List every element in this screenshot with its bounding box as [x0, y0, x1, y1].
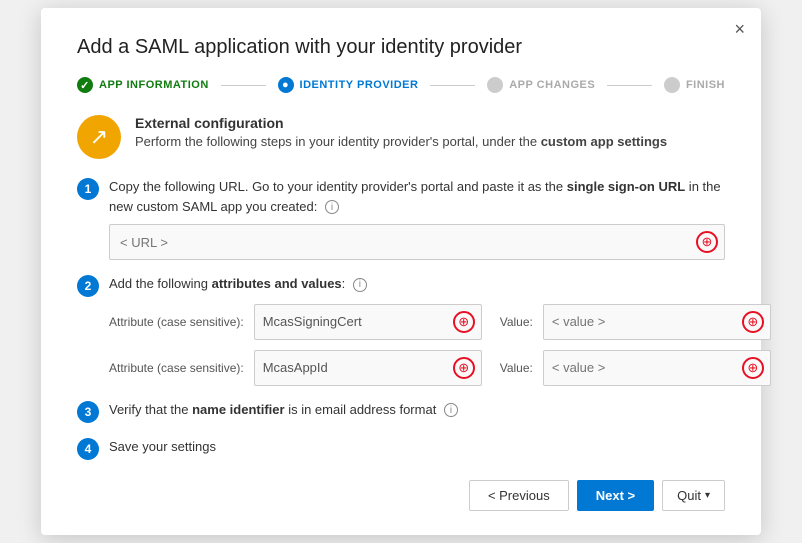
step-3-num: 3	[77, 401, 99, 423]
value-1-label: Value:	[500, 315, 533, 329]
value-1-copy-icon: ⊕	[742, 311, 764, 333]
step-2-content: Add the following attributes and values:…	[109, 274, 725, 386]
step-1-text-prefix: Copy the following URL. Go to your ident…	[109, 179, 567, 194]
attr-1-copy-button[interactable]: ⊕	[447, 305, 481, 339]
step-label-identity-provider: IDENTITY PROVIDER	[300, 79, 419, 91]
step-icon-finish	[664, 77, 680, 93]
attr-2-copy-button[interactable]: ⊕	[447, 351, 481, 385]
step-4-item: 4 Save your settings	[77, 437, 725, 460]
attr-1-copy-icon: ⊕	[453, 311, 475, 333]
ext-config-desc-bold: custom app settings	[541, 134, 667, 149]
ext-config-section: ↗ External configuration Perform the fol…	[77, 115, 725, 159]
attr-row-1: Attribute (case sensitive): ⊕ Value: ⊕	[109, 304, 725, 340]
step-2-num: 2	[77, 275, 99, 297]
attr-1-label: Attribute (case sensitive):	[109, 315, 244, 329]
quit-chevron-icon: ▾	[705, 490, 710, 501]
url-copy-icon: ⊕	[696, 231, 718, 253]
quit-button[interactable]: Quit ▾	[662, 480, 725, 511]
next-button[interactable]: Next >	[577, 480, 654, 511]
step-line-3	[607, 85, 652, 86]
step-icon-app-info: ✓	[77, 77, 93, 93]
ext-config-desc: Perform the following steps in your iden…	[135, 134, 667, 149]
step-3-content: Verify that the name identifier is in em…	[109, 400, 725, 420]
step-label-app-info: APP INFORMATION	[99, 79, 209, 91]
quit-label: Quit	[677, 488, 701, 503]
stepper: ✓ APP INFORMATION ● IDENTITY PROVIDER AP…	[77, 77, 725, 93]
ext-config-text: External configuration Perform the follo…	[135, 115, 667, 149]
step-icon-app-changes	[487, 77, 503, 93]
step-line-2	[430, 85, 475, 86]
modal-title: Add a SAML application with your identit…	[77, 36, 725, 59]
attr-1-field-wrap: ⊕	[254, 304, 482, 340]
url-copy-button[interactable]: ⊕	[690, 225, 724, 259]
attr-2-input[interactable]	[255, 355, 447, 380]
step-app-info: ✓ APP INFORMATION	[77, 77, 209, 93]
attr-1-input[interactable]	[255, 309, 447, 334]
step-app-changes: APP CHANGES	[487, 77, 595, 93]
url-input[interactable]	[110, 229, 690, 256]
url-field-wrap: ⊕	[109, 224, 725, 260]
step-2-item: 2 Add the following attributes and value…	[77, 274, 725, 386]
value-2-field-wrap: ⊕	[543, 350, 771, 386]
step-3-item: 3 Verify that the name identifier is in …	[77, 400, 725, 423]
value-2-copy-icon: ⊕	[742, 357, 764, 379]
value-2-label: Value:	[500, 361, 533, 375]
footer: < Previous Next > Quit ▾	[77, 480, 725, 511]
value-1-input[interactable]	[544, 309, 736, 334]
step-2-info-icon[interactable]: i	[353, 278, 367, 292]
step-3-text-bold: name identifier	[192, 402, 284, 417]
step-3-info-icon[interactable]: i	[444, 403, 458, 417]
step-1-text: Copy the following URL. Go to your ident…	[109, 177, 725, 216]
attr-row-2: Attribute (case sensitive): ⊕ Value: ⊕	[109, 350, 725, 386]
step-icon-identity-provider: ●	[278, 77, 294, 93]
value-1-copy-button[interactable]: ⊕	[736, 305, 770, 339]
step-label-app-changes: APP CHANGES	[509, 79, 595, 91]
step-4-num: 4	[77, 438, 99, 460]
step-line-1	[221, 85, 266, 86]
ext-config-desc-prefix: Perform the following steps in your iden…	[135, 134, 541, 149]
step-1-info-icon[interactable]: i	[325, 200, 339, 214]
value-1-field-wrap: ⊕	[543, 304, 771, 340]
step-4-text: Save your settings	[109, 437, 725, 457]
prev-button[interactable]: < Previous	[469, 480, 569, 511]
ext-config-title: External configuration	[135, 115, 667, 131]
step-3-text-suffix: is in email address format	[285, 402, 437, 417]
value-2-copy-button[interactable]: ⊕	[736, 351, 770, 385]
attr-2-copy-icon: ⊕	[453, 357, 475, 379]
attr-2-field-wrap: ⊕	[254, 350, 482, 386]
step-label-finish: FINISH	[686, 79, 725, 91]
step-2-text: Add the following attributes and values:…	[109, 274, 725, 294]
step-1-text-bold: single sign-on URL	[567, 179, 685, 194]
step-1-item: 1 Copy the following URL. Go to your ide…	[77, 177, 725, 260]
step-3-text: Verify that the name identifier is in em…	[109, 400, 725, 420]
step-1-num: 1	[77, 178, 99, 200]
step-finish: FINISH	[664, 77, 725, 93]
attr-2-label: Attribute (case sensitive):	[109, 361, 244, 375]
step-3-text-prefix: Verify that the	[109, 402, 192, 417]
step-1-content: Copy the following URL. Go to your ident…	[109, 177, 725, 260]
step-2-text-bold: attributes and values	[212, 276, 342, 291]
step-2-text-suffix: :	[342, 276, 346, 291]
step-2-text-prefix: Add the following	[109, 276, 212, 291]
ext-icon: ↗	[77, 115, 121, 159]
modal: × Add a SAML application with your ident…	[41, 8, 761, 535]
step-4-content: Save your settings	[109, 437, 725, 457]
step-identity-provider: ● IDENTITY PROVIDER	[278, 77, 419, 93]
close-button[interactable]: ×	[734, 20, 745, 38]
value-2-input[interactable]	[544, 355, 736, 380]
